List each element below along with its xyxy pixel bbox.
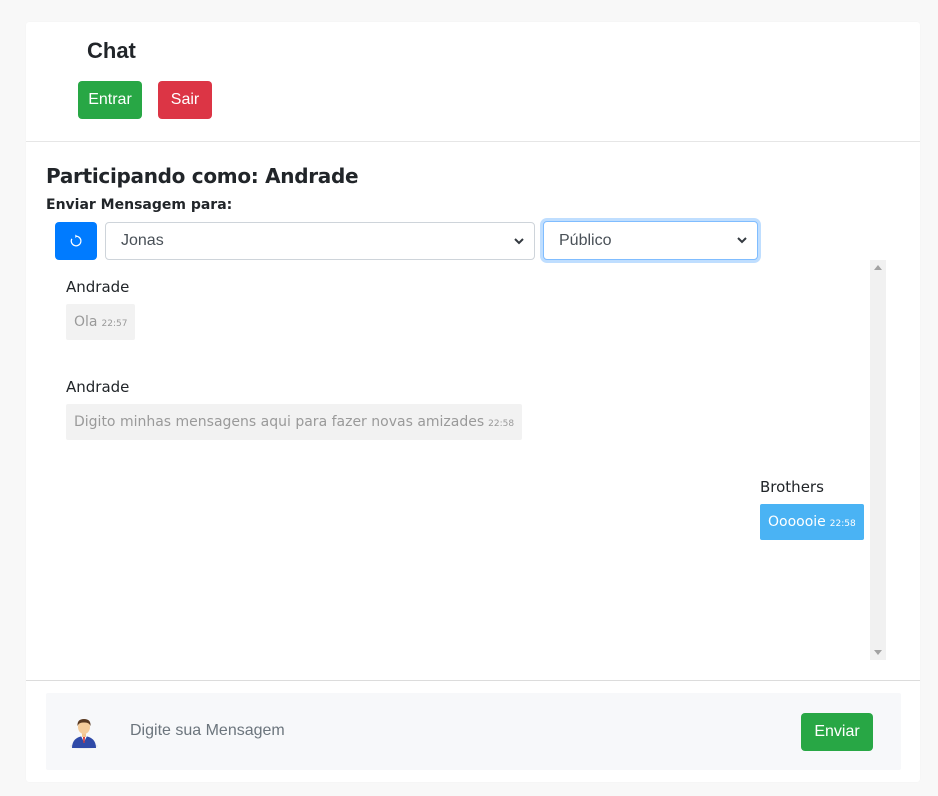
message-text: Oooooie: [768, 514, 826, 530]
message-list-scrollbar[interactable]: [870, 260, 886, 660]
recipient-select-value: Jonas: [121, 232, 164, 249]
page-title: Chat: [87, 38, 136, 63]
send-to-label: Enviar Mensagem para:: [46, 197, 233, 213]
scroll-up-arrow-icon[interactable]: [874, 265, 882, 270]
chevron-down-icon: [737, 237, 747, 244]
divider: [26, 680, 920, 681]
participating-as-heading: Participando como: Andrade: [46, 164, 359, 188]
message-time: 22:57: [101, 318, 128, 329]
refresh-button[interactable]: [55, 222, 97, 260]
chevron-down-icon: [514, 238, 524, 245]
chat-card: Chat Entrar Sair Participando como: Andr…: [26, 22, 920, 782]
message-time: 22:58: [829, 518, 856, 529]
message-text: Ola: [74, 314, 98, 330]
send-button[interactable]: Enviar: [801, 713, 873, 751]
message-time: 22:58: [488, 418, 515, 429]
recipient-select[interactable]: Jonas: [105, 222, 535, 260]
message-author: Brothers: [760, 478, 824, 496]
message-bubble: Oooooie 22:58: [760, 504, 864, 540]
user-avatar-icon: [70, 719, 98, 749]
message-bubble: Digito minhas mensagens aqui para fazer …: [66, 404, 523, 440]
message-author: Andrade: [66, 278, 130, 296]
scope-select-value: Público: [559, 231, 612, 249]
message-author: Andrade: [66, 378, 130, 396]
chat-header: Chat Entrar Sair: [26, 22, 920, 142]
scroll-down-arrow-icon[interactable]: [874, 650, 882, 655]
scope-select[interactable]: Público: [543, 221, 758, 260]
exit-button[interactable]: Sair: [158, 81, 212, 119]
message-text: Digito minhas mensagens aqui para fazer …: [74, 414, 485, 430]
refresh-icon: [70, 234, 82, 247]
enter-button[interactable]: Entrar: [78, 81, 142, 119]
message-list[interactable]: Andrade Ola 22:57 Andrade Digito minhas …: [46, 260, 886, 660]
message-input[interactable]: [116, 713, 716, 749]
message-composer: Enviar: [46, 693, 901, 770]
message-bubble: Ola 22:57: [66, 304, 136, 340]
